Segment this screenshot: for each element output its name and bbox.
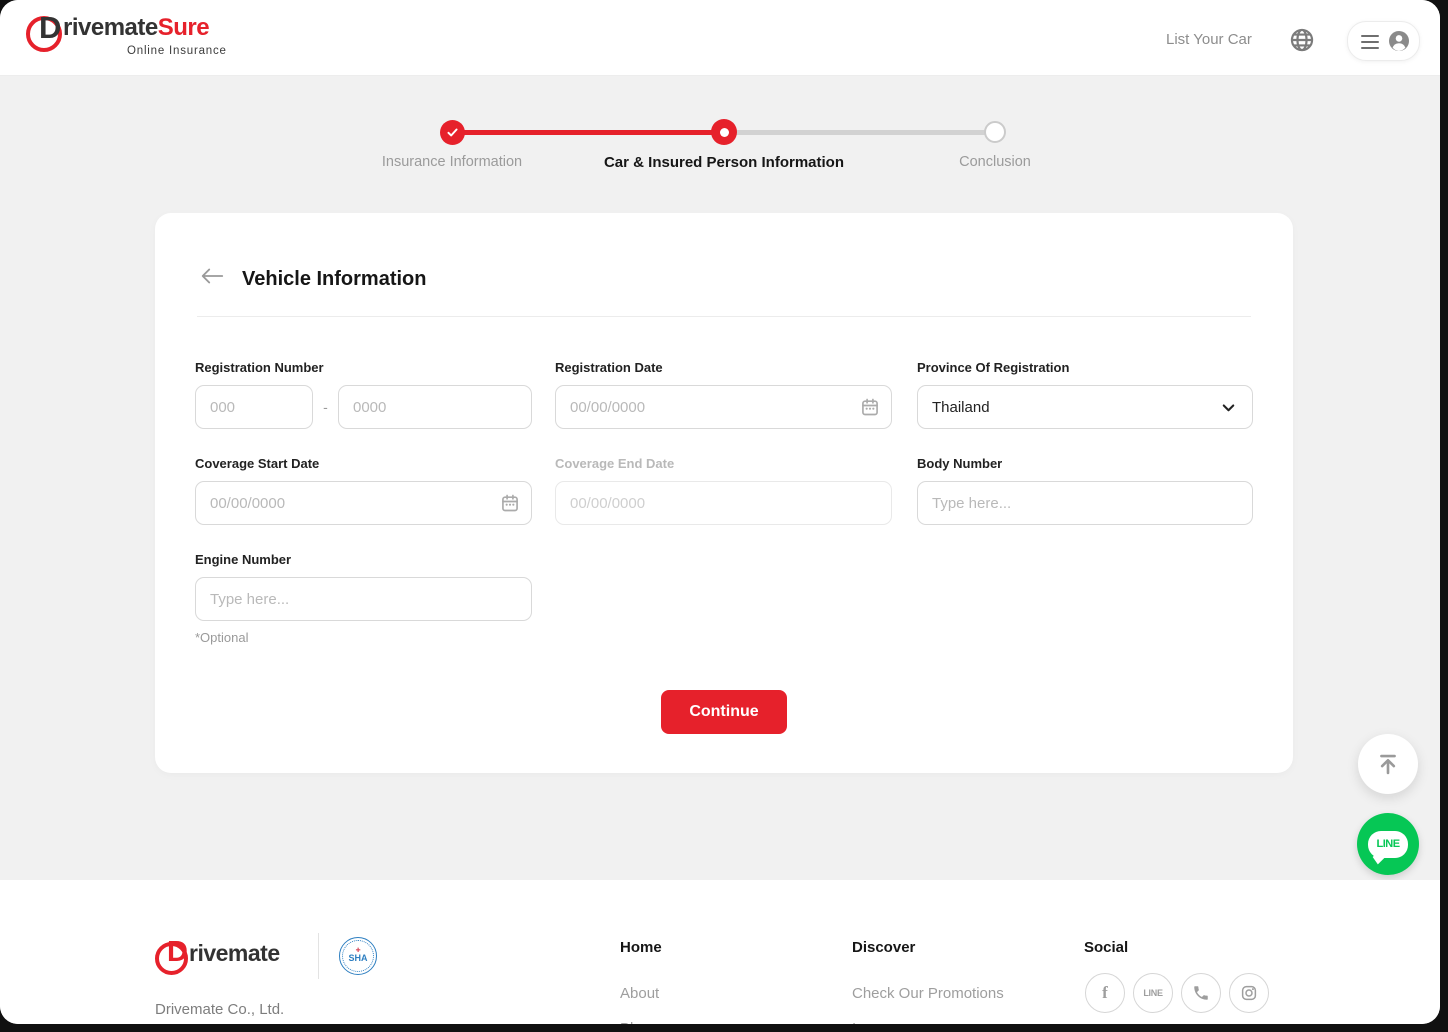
step-upcoming-icon (984, 121, 1006, 143)
arrow-up-to-line-icon (1380, 754, 1396, 775)
footer-column-home-title: Home (620, 939, 662, 956)
divider (197, 316, 1251, 317)
coverage-end-date-label: Coverage End Date (555, 456, 675, 471)
social-icons-row: f LINE (1085, 973, 1269, 1013)
back-arrow-button[interactable] (199, 265, 225, 287)
body-number-input[interactable] (917, 481, 1253, 525)
province-value: Thailand (932, 398, 990, 416)
engine-number-field: Engine Number *Optional (195, 552, 532, 645)
registration-date-label: Registration Date (555, 360, 663, 375)
coverage-end-date-input (555, 481, 892, 525)
brand-name: rivemateSure (63, 14, 210, 42)
sha-badge-text: SHA (348, 953, 368, 963)
footer-link-check-our-promotions[interactable]: Check Our Promotions (852, 985, 1004, 1002)
optional-note: *Optional (195, 630, 249, 645)
scroll-to-top-button[interactable] (1358, 734, 1418, 794)
phone-icon[interactable] (1181, 973, 1221, 1013)
line-label: LINE (1376, 838, 1400, 850)
line-social-icon[interactable]: LINE (1133, 973, 1173, 1013)
engine-number-input[interactable] (195, 577, 532, 621)
company-name: Drivemate Co., Ltd. (155, 1001, 285, 1018)
registration-number-suffix-input[interactable] (338, 385, 532, 429)
facebook-icon[interactable]: f (1085, 973, 1125, 1013)
footer: D rivemate ✚ SHA Drivemate Co., Ltd. Hom… (0, 880, 1440, 1024)
hamburger-icon (1361, 35, 1379, 53)
province-select[interactable]: Thailand (917, 385, 1253, 429)
footer-column-discover-title: Discover (852, 939, 916, 956)
brand-logo[interactable]: D rivemateSure Online Insurance (26, 10, 286, 64)
province-field: Province Of Registration Thailand (917, 360, 1253, 429)
line-icon: LINE (1368, 830, 1408, 858)
stepper-line-upcoming (724, 130, 995, 135)
footer-link-about[interactable]: About (620, 985, 659, 1002)
footer-column-social-title: Social (1084, 939, 1129, 956)
language-globe-icon[interactable] (1289, 27, 1315, 53)
list-your-car-link[interactable]: List Your Car (1166, 31, 1252, 48)
footer-link-blog[interactable]: Blog (620, 1020, 650, 1024)
avatar-icon (1387, 29, 1411, 53)
vehicle-information-card: Vehicle Information Registration Number … (155, 213, 1293, 773)
footer-brand-name: rivemate (189, 940, 280, 966)
app-window: D rivemateSure Online Insurance List You… (0, 0, 1440, 1024)
step-active-icon (711, 119, 737, 145)
registration-date-field: Registration Date (555, 360, 892, 429)
coverage-end-date-field: Coverage End Date (555, 456, 892, 525)
stepper-line-completed (452, 130, 724, 135)
instagram-icon[interactable] (1229, 973, 1269, 1013)
brand-tagline: Online Insurance (127, 45, 227, 57)
province-label: Province Of Registration (917, 360, 1070, 375)
brand-name-dark: rivemate (63, 14, 158, 41)
chevron-down-icon (1222, 403, 1235, 411)
line-chat-button[interactable]: LINE (1357, 813, 1419, 875)
step-label-conclusion: Conclusion (959, 154, 1031, 170)
registration-number-label: Registration Number (195, 360, 324, 375)
brand-letter: D (39, 10, 62, 45)
registration-number-prefix-input[interactable] (195, 385, 313, 429)
coverage-start-date-field: Coverage Start Date (195, 456, 532, 525)
top-bar: D rivemateSure Online Insurance List You… (0, 0, 1440, 76)
continue-button[interactable]: Continue (661, 690, 787, 734)
coverage-start-date-input[interactable] (195, 481, 532, 525)
coverage-start-date-label: Coverage Start Date (195, 456, 320, 471)
engine-number-label: Engine Number (195, 552, 292, 567)
footer-brand-letter: D (167, 936, 188, 968)
registration-number-field: Registration Number - (195, 360, 532, 429)
registration-date-input[interactable] (555, 385, 892, 429)
body-number-field: Body Number (917, 456, 1253, 525)
registration-number-separator: - (323, 399, 328, 415)
footer-link-insurance[interactable]: Insurance (852, 1020, 918, 1024)
menu-account-button[interactable] (1347, 21, 1420, 61)
body-number-label: Body Number (917, 456, 1003, 471)
page-title: Vehicle Information (242, 268, 427, 291)
sha-certification-badge: ✚ SHA (339, 937, 377, 975)
brand-name-red: Sure (157, 14, 210, 41)
step-done-icon (440, 120, 465, 145)
footer-divider (318, 933, 319, 979)
